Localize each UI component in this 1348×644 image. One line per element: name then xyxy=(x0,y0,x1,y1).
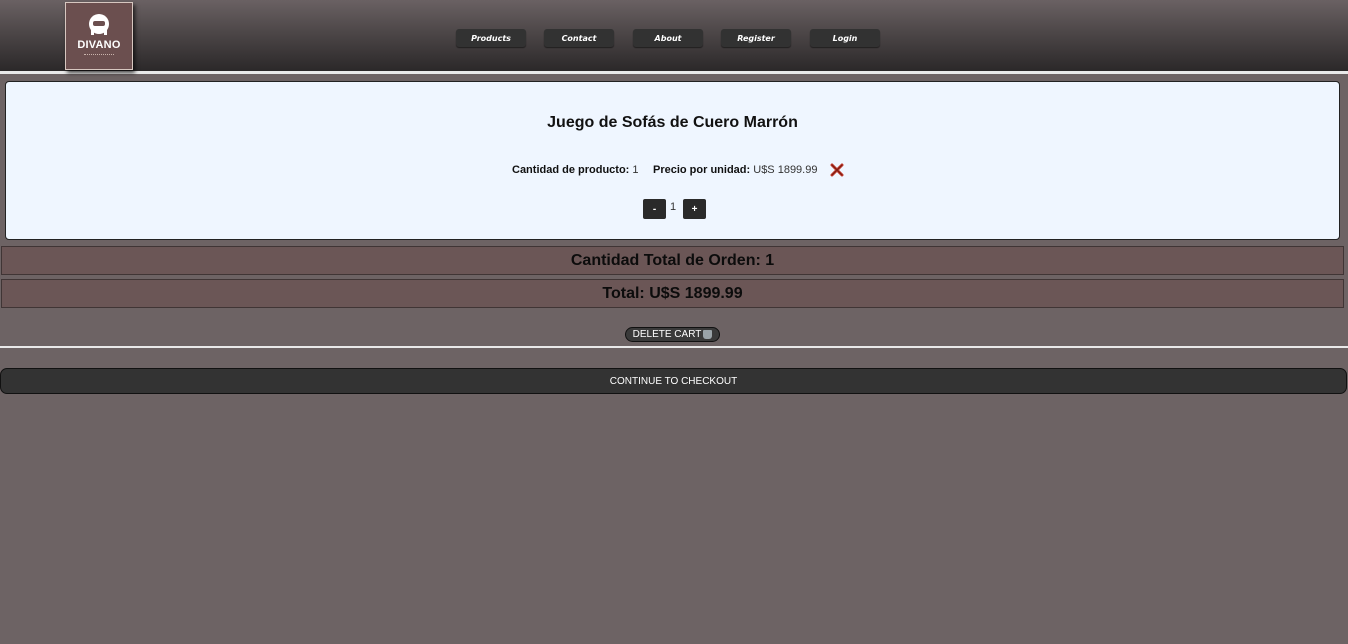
order-total-price: Total: U$S 1899.99 xyxy=(1,279,1344,308)
quantity-label: Cantidad de producto: xyxy=(512,164,630,176)
section-divider xyxy=(0,346,1348,348)
nav-contact[interactable]: Contact xyxy=(544,29,614,47)
product-quantity: Cantidad de producto: 1 xyxy=(512,164,639,176)
nav-register[interactable]: Register xyxy=(721,29,791,47)
unit-price: Precio por unidad: U$S 1899.99 xyxy=(653,164,817,176)
stepper-value: 1 xyxy=(669,201,677,213)
quantity-value: 1 xyxy=(632,164,639,176)
trash-icon xyxy=(703,330,713,339)
checkout-button[interactable]: CONTINUE TO CHECKOUT xyxy=(0,368,1347,394)
site-header: DIVANO Products Contact About Register L… xyxy=(0,0,1348,74)
close-icon[interactable] xyxy=(830,163,844,177)
nav-login[interactable]: Login xyxy=(810,29,880,47)
delete-cart-button[interactable]: DELETE CART xyxy=(625,327,720,342)
product-info-row: Cantidad de producto: 1 Precio por unida… xyxy=(6,163,1339,177)
increment-button[interactable]: + xyxy=(683,199,706,219)
unit-price-label: Precio por unidad: xyxy=(653,164,751,176)
delete-cart-label: DELETE CART xyxy=(632,329,702,340)
brand-divider xyxy=(84,54,114,56)
decrement-button[interactable]: - xyxy=(643,199,666,219)
main-nav: Products Contact About Register Login xyxy=(0,29,1348,47)
unit-price-value: U$S 1899.99 xyxy=(753,164,818,176)
nav-about[interactable]: About xyxy=(633,29,703,47)
nav-products[interactable]: Products xyxy=(456,29,526,47)
order-total-quantity: Cantidad Total de Orden: 1 xyxy=(1,246,1344,275)
product-title: Juego de Sofás de Cuero Marrón xyxy=(547,114,798,131)
cart-item-card: Juego de Sofás de Cuero Marrón Cantidad … xyxy=(5,81,1340,240)
